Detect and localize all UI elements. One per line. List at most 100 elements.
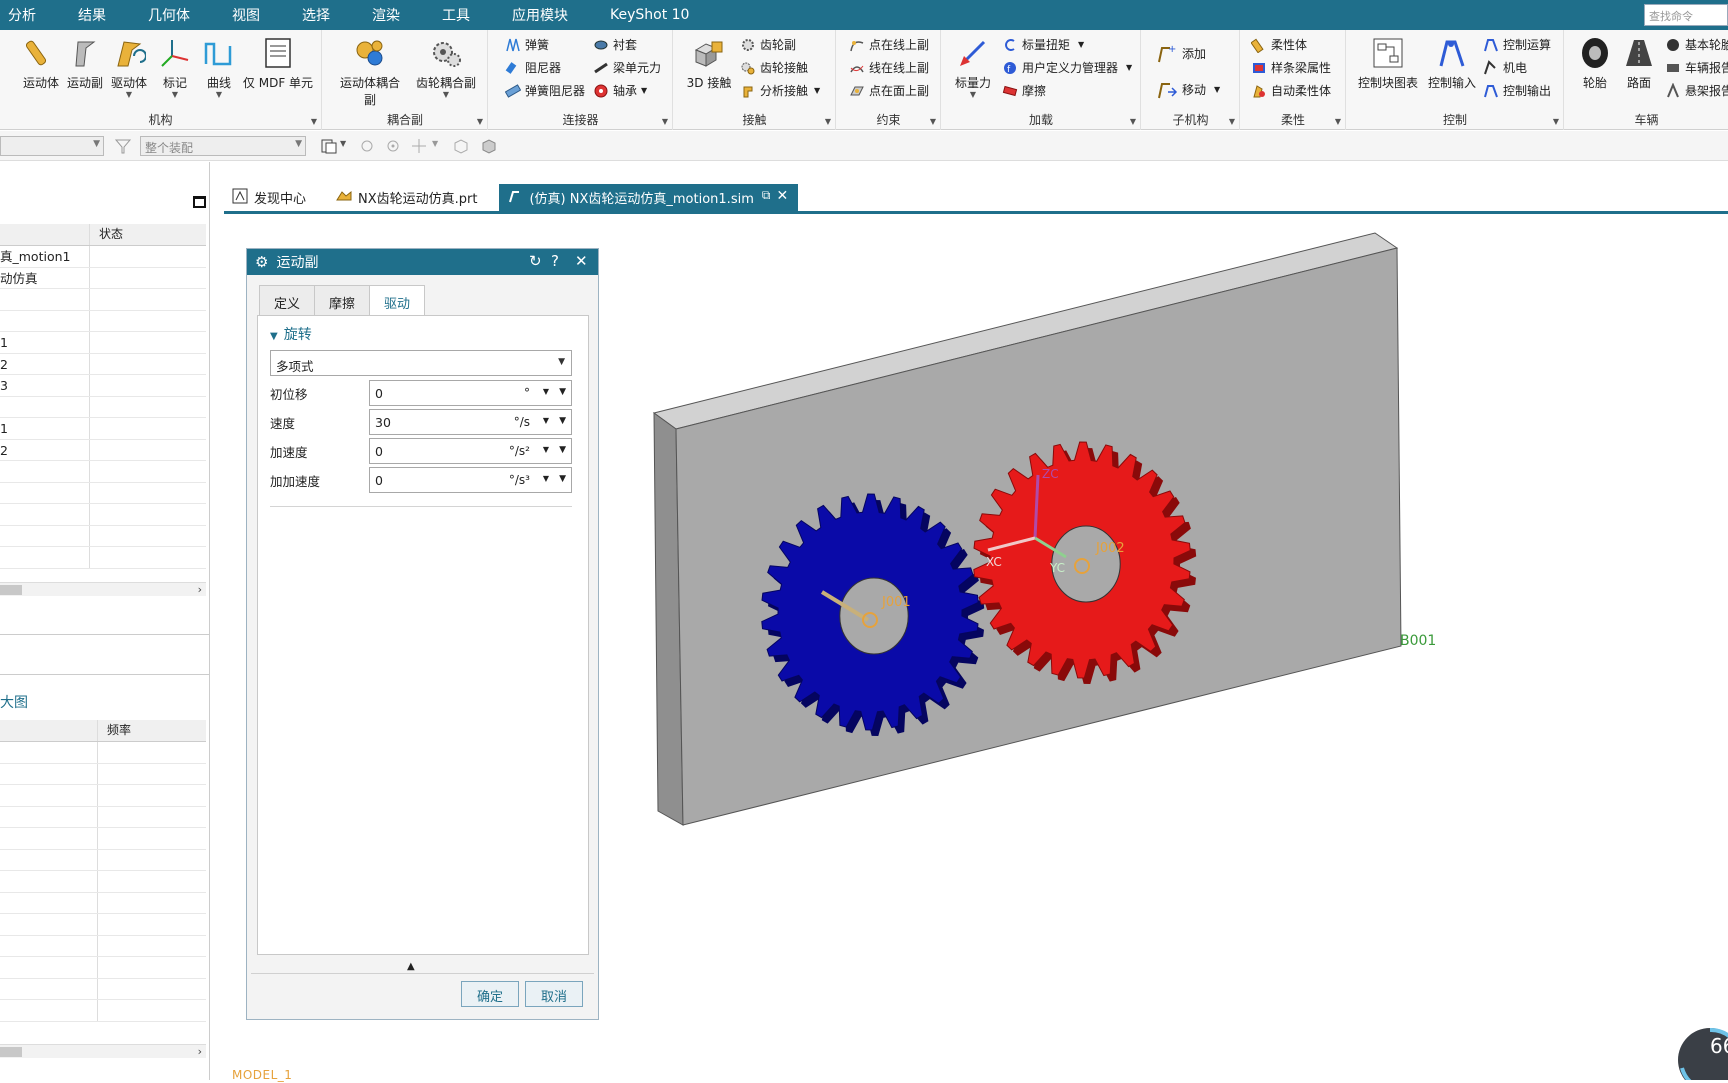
mechatronics-button[interactable]: 机电	[1483, 59, 1527, 76]
group-expand-icon[interactable]: ▼	[662, 117, 668, 126]
crosshair-icon[interactable]	[410, 137, 428, 155]
navigator-hscrollbar[interactable]: ›	[0, 582, 206, 596]
basic-tire-button[interactable]: 基本轮胎	[1665, 36, 1728, 53]
results-hscrollbar[interactable]: ›	[0, 1044, 206, 1058]
jerk-input[interactable]: 0 °/s³ ▼ ▼	[369, 467, 572, 493]
chevron-down-icon[interactable]: ▼	[152, 91, 198, 99]
friction-button[interactable]: 摩擦	[1002, 82, 1046, 99]
tree-row[interactable]: 2	[0, 353, 206, 375]
gear-coupler-button[interactable]: 齿轮耦合副 ▼	[411, 36, 481, 99]
control-input-button[interactable]: 控制输入	[1425, 36, 1479, 91]
menu-keyshot[interactable]: KeyShot 10	[602, 7, 705, 23]
flexible-body-button[interactable]: 柔性体	[1251, 36, 1307, 53]
options-dropdown-icon[interactable]: ▼	[559, 445, 566, 455]
reset-icon[interactable]: ↻	[529, 252, 542, 270]
filter-icon[interactable]	[114, 137, 132, 155]
menu-app-modules[interactable]: 应用模块	[504, 5, 584, 25]
collapse-up-icon[interactable]: ▲	[407, 961, 415, 972]
dialog-titlebar[interactable]: ⚙ 运动副 ↻ ? ✕	[247, 249, 598, 275]
chevron-down-icon[interactable]: ▼	[432, 139, 438, 148]
menu-results[interactable]: 结果	[70, 5, 122, 25]
col-name-header[interactable]	[0, 224, 90, 245]
body-coupler-button[interactable]: 运动体耦合副	[335, 36, 405, 108]
menu-render[interactable]: 渲染	[364, 5, 416, 25]
control-operation-button[interactable]: 控制运算	[1483, 36, 1551, 53]
group-expand-icon[interactable]: ▼	[930, 117, 936, 126]
type-filter-combo[interactable]: ▼	[0, 136, 104, 156]
unit-dropdown-icon[interactable]: ▼	[543, 445, 549, 454]
user-force-manager-button[interactable]: f 用户定义力管理器 ▼	[1002, 59, 1132, 76]
bearing-button[interactable]: 轴承 ▼	[593, 82, 647, 99]
chevron-down-icon[interactable]: ▼	[950, 91, 996, 99]
acceleration-input[interactable]: 0 °/s² ▼ ▼	[369, 438, 572, 464]
result-row[interactable]	[0, 849, 206, 871]
selection-tools-icon[interactable]	[320, 137, 338, 155]
auto-flexible-button[interactable]: 自动柔性体	[1251, 82, 1331, 99]
chevron-right-icon[interactable]: ›	[198, 583, 202, 596]
menu-geometry[interactable]: 几何体	[140, 5, 206, 25]
group-expand-icon[interactable]: ▼	[825, 117, 831, 126]
tire-button[interactable]: 轮胎	[1573, 36, 1617, 91]
result-row[interactable]	[0, 957, 206, 979]
initial-displacement-input[interactable]: 0 ° ▼ ▼	[369, 380, 572, 406]
group-expand-icon[interactable]: ▼	[1130, 117, 1136, 126]
curve-on-curve-button[interactable]: 线在线上副	[849, 59, 929, 76]
options-dropdown-icon[interactable]: ▼	[559, 416, 566, 426]
menu-view[interactable]: 视图	[224, 5, 276, 25]
popout-icon[interactable]: ⧉	[762, 188, 771, 203]
mdf-only-button[interactable]: 仅 MDF 单元	[242, 36, 314, 91]
unit-dropdown-icon[interactable]: ▼	[543, 416, 549, 425]
tree-row[interactable]: 真_motion1	[0, 246, 206, 268]
vehicle-report-button[interactable]: 车辆报告	[1665, 59, 1728, 76]
point-on-curve-button[interactable]: 点在线上副	[849, 36, 929, 53]
scrollbar-thumb[interactable]	[0, 1047, 22, 1057]
group-expand-icon[interactable]: ▼	[1335, 117, 1341, 126]
rotation-section-header[interactable]: ▼ 旋转	[270, 324, 312, 344]
result-row[interactable]	[0, 935, 206, 957]
tree-row[interactable]: 动仿真	[0, 267, 206, 289]
chevron-down-icon[interactable]: ▼	[411, 91, 481, 99]
unit-dropdown-icon[interactable]: ▼	[543, 387, 549, 396]
group-expand-icon[interactable]: ▼	[311, 117, 317, 126]
snap-point-icon[interactable]	[384, 137, 402, 155]
tab-part-file[interactable]: NX齿轮运动仿真.prt	[328, 184, 487, 212]
chevron-down-icon[interactable]: ▼	[340, 139, 346, 148]
result-row[interactable]	[0, 978, 206, 1000]
scrollbar-thumb[interactable]	[0, 585, 22, 595]
scalar-force-button[interactable]: 标量力 ▼	[950, 36, 996, 99]
col-name-header[interactable]	[0, 720, 98, 741]
chevron-down-icon[interactable]: ▼	[1078, 40, 1084, 49]
tab-discovery-center[interactable]: 发现中心	[224, 184, 316, 212]
3d-contact-button[interactable]: 3D 接触	[686, 36, 732, 91]
driver-body-button[interactable]: 驱动体 ▼	[106, 36, 152, 99]
tree-row[interactable]: 2	[0, 439, 206, 461]
bushing-button[interactable]: 衬套	[593, 36, 637, 53]
tab-friction[interactable]: 摩擦	[314, 285, 371, 315]
tab-sim-file[interactable]: (仿真) NX齿轮运动仿真_motion1.sim ⧉ ✕	[499, 184, 799, 212]
tree-row[interactable]	[0, 525, 206, 547]
motion-joint-button[interactable]: 运动副	[62, 36, 108, 91]
result-row[interactable]	[0, 1000, 206, 1022]
marker-button[interactable]: 标记 ▼	[152, 36, 198, 99]
cube-solid-icon[interactable]	[480, 137, 498, 155]
gear-pair-button[interactable]: 齿轮副	[740, 36, 796, 53]
damper-button[interactable]: 阻尼器	[505, 59, 561, 76]
result-row[interactable]	[0, 763, 206, 785]
tree-row[interactable]	[0, 289, 206, 311]
spring-button[interactable]: 弹簧	[505, 36, 549, 53]
control-block-diagram-button[interactable]: 控制块图表	[1357, 36, 1419, 91]
tab-definition[interactable]: 定义	[259, 285, 316, 315]
help-icon[interactable]: ?	[551, 252, 559, 270]
spring-damper-button[interactable]: 弹簧阻尼器	[505, 82, 585, 99]
tree-row[interactable]	[0, 461, 206, 483]
move-submechanism-button[interactable]: 移动 ▼	[1156, 78, 1220, 100]
close-icon[interactable]: ✕	[776, 188, 788, 204]
snap-icon[interactable]	[358, 137, 376, 155]
col-frequency-header[interactable]: 频率	[99, 720, 206, 741]
options-dropdown-icon[interactable]: ▼	[559, 474, 566, 484]
road-button[interactable]: 路面	[1617, 36, 1661, 91]
chevron-down-icon[interactable]: ▼	[641, 86, 647, 95]
scalar-torque-button[interactable]: 标量扭矩 ▼	[1002, 36, 1084, 53]
result-row[interactable]	[0, 806, 206, 828]
options-dropdown-icon[interactable]: ▼	[559, 387, 566, 397]
